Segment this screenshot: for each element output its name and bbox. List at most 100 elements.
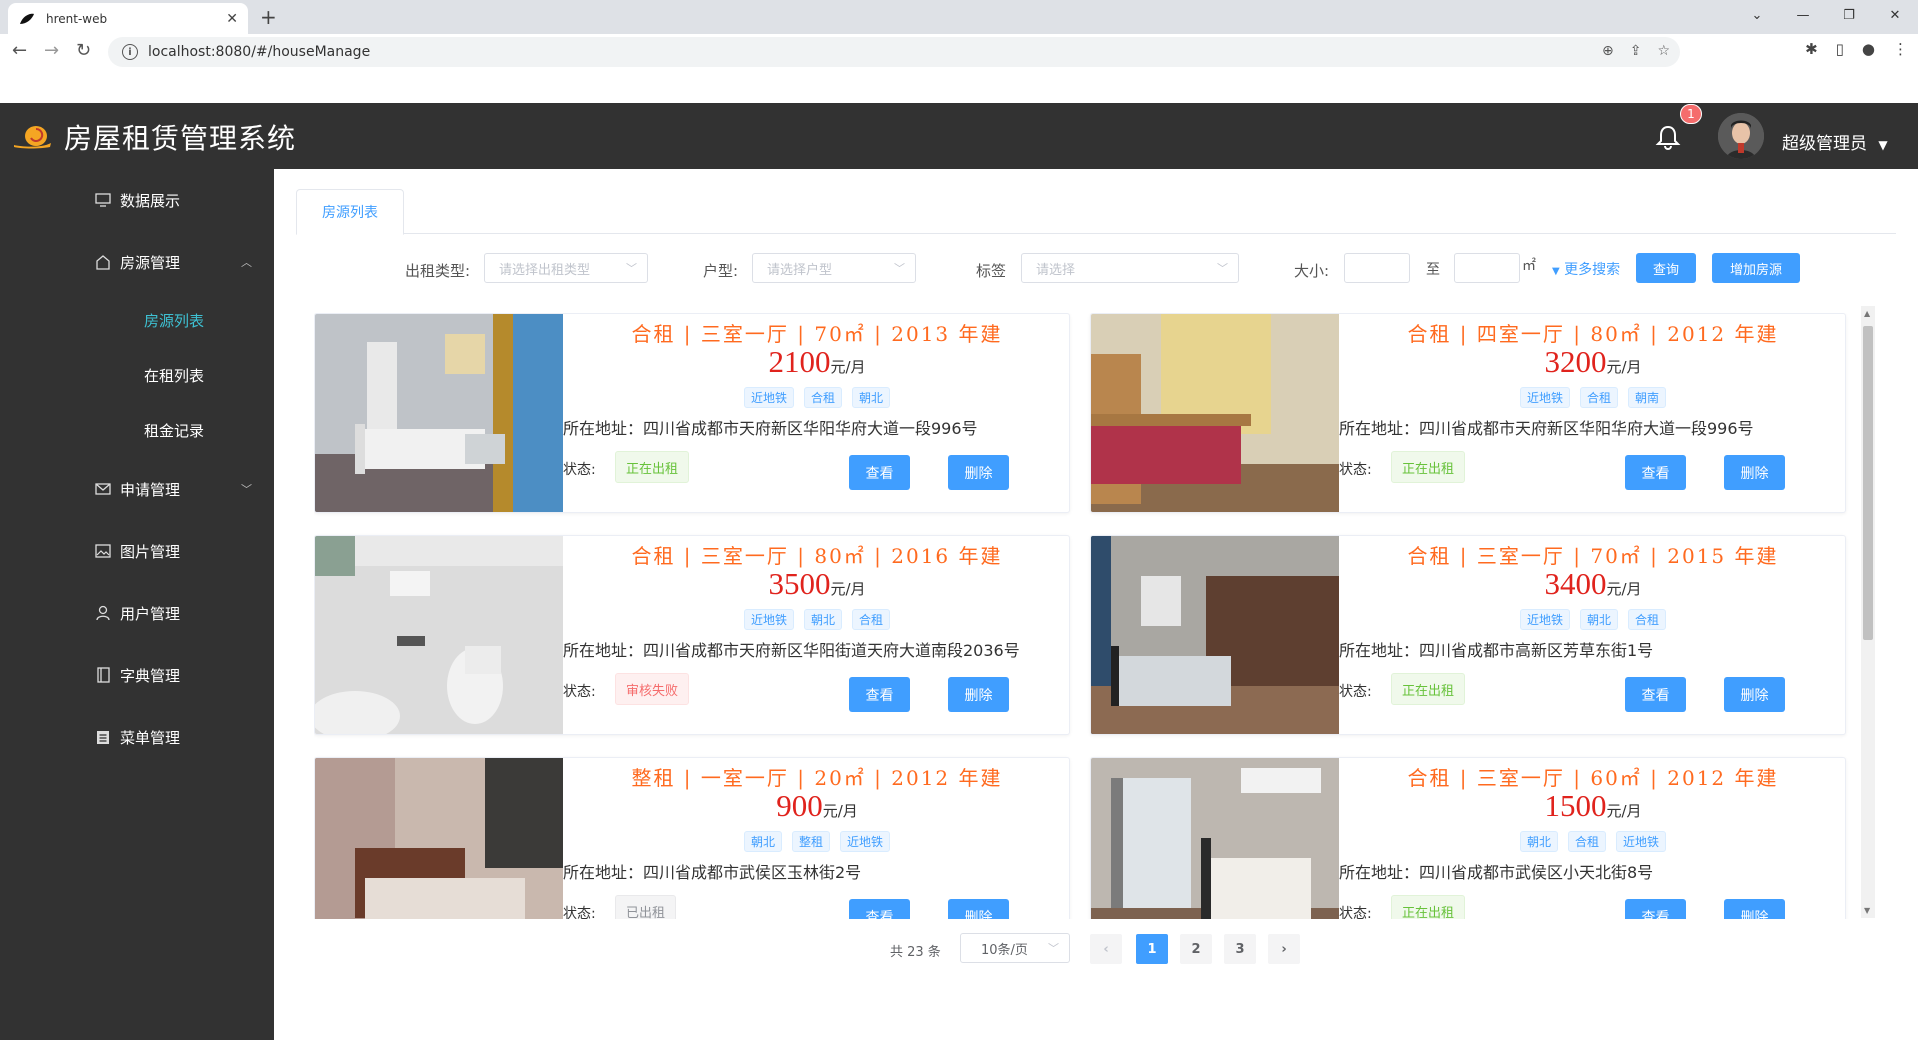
view-button[interactable]: 查看 <box>1625 899 1686 919</box>
prev-page-button[interactable]: ‹ <box>1090 934 1122 964</box>
house-card-body: 合租 | 三室一厅 | 60㎡ | 2012 年建 1500元/月 朝北 合租 … <box>1339 758 1845 919</box>
house-tags: 近地铁 合租 朝北 <box>563 387 1069 408</box>
sidebar-item-menu-manage[interactable]: 菜单管理 <box>0 706 274 768</box>
house-tag: 朝北 <box>1579 609 1618 630</box>
page-button-2[interactable]: 2 <box>1180 934 1212 964</box>
url-field[interactable]: i localhost:8080/#/houseManage ⊕ ⇪ ☆ <box>108 37 1680 67</box>
size-min-input[interactable] <box>1344 253 1410 283</box>
house-tag: 朝北 <box>803 609 842 630</box>
sidebar-item-dashboard[interactable]: 数据展示 <box>0 169 274 231</box>
house-card-body: 合租 | 四室一厅 | 80㎡ | 2012 年建 3200元/月 近地铁 合租… <box>1339 314 1845 512</box>
rent-type-select[interactable]: 请选择出租类型 ﹀ <box>484 253 648 283</box>
more-search-link[interactable]: ▼ 更多搜索 <box>1552 259 1620 279</box>
sidebar-subitem-renting-list[interactable]: 在租列表 <box>0 348 274 403</box>
sidebar-subitem-house-list[interactable]: 房源列表 <box>0 293 274 348</box>
price-unit: 元/月 <box>830 358 866 376</box>
delete-button[interactable]: 删除 <box>1724 455 1785 490</box>
list-scrollbar[interactable]: ▲ ▼ <box>1861 306 1875 918</box>
view-button[interactable]: 查看 <box>849 455 910 490</box>
status-badge: 正在出租 <box>1391 451 1466 483</box>
scroll-down-icon[interactable]: ▼ <box>1864 906 1870 915</box>
sidebar-item-apply-manage[interactable]: 申请管理 ﹀ <box>0 458 274 520</box>
extensions-icon[interactable]: ✱ <box>1805 40 1818 58</box>
layout-placeholder: 请选择户型 <box>767 262 833 278</box>
pagination-total: 共 23 条 <box>890 945 941 960</box>
minimize-icon[interactable]: — <box>1780 0 1826 30</box>
scroll-thumb[interactable] <box>1863 326 1873 640</box>
delete-button[interactable]: 删除 <box>948 677 1009 712</box>
house-photo[interactable] <box>1091 758 1339 919</box>
status-label: 状态: <box>1339 684 1372 700</box>
forward-icon[interactable]: → <box>44 40 59 61</box>
share-icon[interactable]: ⇪ <box>1630 43 1642 59</box>
sidebar-item-picture-manage[interactable]: 图片管理 <box>0 520 274 582</box>
chevron-down-icon: ﹀ <box>241 483 252 496</box>
user-menu-dropdown[interactable]: 超级管理员 ▼ <box>1782 129 1888 154</box>
profile-icon[interactable]: ● <box>1862 40 1875 58</box>
house-photo[interactable] <box>315 536 563 734</box>
reload-icon[interactable]: ↻ <box>76 40 91 61</box>
house-photo[interactable] <box>315 314 563 512</box>
tags-select[interactable]: 请选择 ﹀ <box>1021 253 1239 283</box>
house-photo[interactable] <box>1091 536 1339 734</box>
sidebar-item-user-manage[interactable]: 用户管理 <box>0 582 274 644</box>
delete-button[interactable]: 删除 <box>1724 677 1785 712</box>
add-house-button[interactable]: 增加房源 <box>1712 253 1800 283</box>
sidebar-item-dict-manage[interactable]: 字典管理 <box>0 644 274 706</box>
house-card: 整租 | 一室一厅 | 20㎡ | 2012 年建 900元/月 朝北 整租 近… <box>314 757 1070 919</box>
tab-house-list[interactable]: 房源列表 <box>296 189 404 235</box>
delete-button[interactable]: 删除 <box>1724 899 1785 919</box>
browser-tab-bar: hrent-web ✕ + ⌄ — ❐ ✕ <box>0 0 1918 34</box>
house-photo[interactable] <box>1091 314 1339 512</box>
view-button[interactable]: 查看 <box>1625 677 1686 712</box>
delete-button[interactable]: 删除 <box>948 455 1009 490</box>
browser-tab[interactable]: hrent-web ✕ <box>8 3 248 34</box>
picture-icon <box>94 542 112 560</box>
house-price: 3200元/月 <box>1339 344 1845 380</box>
house-price: 2100元/月 <box>563 344 1069 380</box>
status-badge: 正在出租 <box>1391 673 1466 705</box>
house-photo[interactable] <box>315 758 563 919</box>
size-max-input[interactable] <box>1454 253 1520 283</box>
view-button[interactable]: 查看 <box>1625 455 1686 490</box>
house-card: 合租 | 三室一厅 | 60㎡ | 2012 年建 1500元/月 朝北 合租 … <box>1090 757 1846 919</box>
restore-icon[interactable]: ❐ <box>1826 0 1872 30</box>
house-title: 合租 | 三室一厅 | 70㎡ | 2013 年建 <box>631 322 1003 346</box>
menu-kebab-icon[interactable]: ⋮ <box>1893 40 1908 58</box>
layout-select[interactable]: 请选择户型 ﹀ <box>752 253 916 283</box>
site-info-icon[interactable]: i <box>122 44 138 60</box>
query-button[interactable]: 查询 <box>1636 253 1696 283</box>
tab-search-icon[interactable]: ⌄ <box>1734 0 1780 30</box>
new-tab-icon[interactable]: + <box>260 5 277 29</box>
price-unit: 元/月 <box>822 802 858 820</box>
price-value: 2100 <box>768 344 831 379</box>
bell-icon[interactable] <box>1654 123 1682 151</box>
tab-close-icon[interactable]: ✕ <box>226 11 238 27</box>
house-card-list: 合租 | 三室一厅 | 70㎡ | 2013 年建 2100元/月 近地铁 合租… <box>314 313 1862 919</box>
house-price: 3500元/月 <box>563 566 1069 602</box>
scroll-up-icon[interactable]: ▲ <box>1864 309 1870 318</box>
page-size-select[interactable]: 10条/页 ﹀ <box>960 933 1070 963</box>
view-button[interactable]: 查看 <box>849 899 910 919</box>
house-address: 所在地址：四川省成都市天府新区华阳华府大道一段996号 <box>563 419 978 438</box>
page-button-3[interactable]: 3 <box>1224 934 1256 964</box>
main-tabs: 房源列表 <box>296 189 1896 235</box>
window-close-icon[interactable]: ✕ <box>1872 0 1918 30</box>
zoom-icon[interactable]: ⊕ <box>1602 43 1614 59</box>
back-icon[interactable]: ← <box>12 40 27 61</box>
price-value: 3500 <box>768 566 831 601</box>
sidebar-item-house-manage[interactable]: 房源管理 ︿ <box>0 231 274 293</box>
bookmark-star-icon[interactable]: ☆ <box>1657 43 1670 59</box>
sidebar-subitem-rent-records[interactable]: 租金记录 <box>0 403 274 458</box>
main-content: 房源列表 出租类型: 请选择出租类型 ﹀ 户型: 请选择户型 ﹀ 标签 请选择 … <box>274 169 1918 1040</box>
home-icon <box>94 253 112 271</box>
avatar[interactable] <box>1718 113 1764 159</box>
rent-type-label: 出租类型: <box>405 262 471 280</box>
next-page-button[interactable]: › <box>1268 934 1300 964</box>
page-button-1[interactable]: 1 <box>1136 934 1168 964</box>
view-button[interactable]: 查看 <box>849 677 910 712</box>
delete-button[interactable]: 删除 <box>948 899 1009 919</box>
chevron-down-icon: ﹀ <box>894 262 905 275</box>
status-label: 状态: <box>563 906 596 919</box>
side-panel-icon[interactable]: ▯ <box>1836 40 1844 58</box>
